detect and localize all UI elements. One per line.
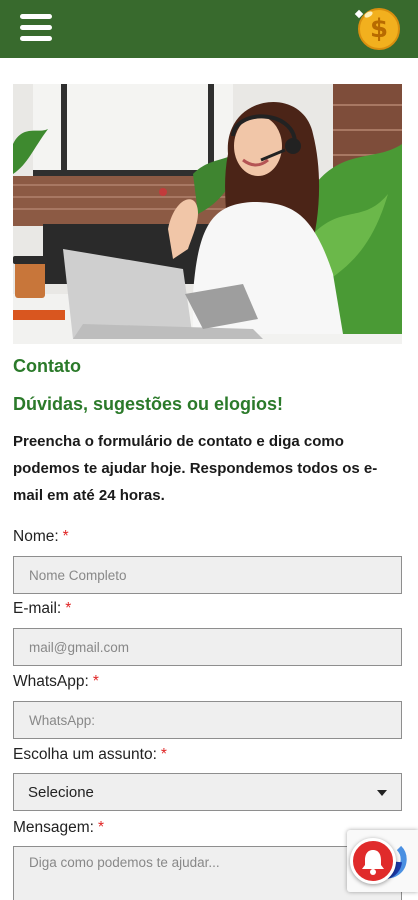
required-mark: * — [92, 673, 99, 690]
chevron-down-icon — [377, 790, 387, 796]
required-mark: * — [65, 600, 72, 617]
hero-image — [13, 84, 402, 344]
whatsapp-field[interactable] — [13, 701, 402, 739]
email-label: E-mail: * — [13, 600, 71, 618]
bell-icon — [362, 850, 384, 875]
whatsapp-label: WhatsApp: * — [13, 673, 99, 691]
whatsapp-label-text: WhatsApp: — [13, 673, 89, 690]
required-mark: * — [62, 528, 69, 545]
subject-selected-value: Selecione — [28, 784, 94, 801]
woman-with-headset-icon — [13, 84, 402, 344]
page-subtitle: Dúvidas, sugestões ou elogios! — [13, 394, 284, 414]
name-label: Nome: * — [13, 528, 69, 546]
name-label-text: Nome: — [13, 528, 59, 545]
message-field[interactable] — [13, 846, 402, 900]
message-label-text: Mensagem: — [13, 819, 94, 836]
required-mark: * — [160, 746, 167, 763]
coin-symbol: $ — [369, 14, 389, 44]
hamburger-menu-icon[interactable] — [20, 14, 52, 44]
dollar-coin-icon[interactable]: $ — [358, 8, 400, 50]
required-mark: * — [97, 819, 105, 836]
email-field[interactable] — [13, 628, 402, 666]
intro-text: Preencha o formulário de contato e diga … — [13, 433, 378, 504]
page-title: Contato — [13, 356, 81, 376]
subject-select[interactable]: Selecione — [13, 773, 402, 811]
top-bar: $ — [0, 0, 418, 58]
subject-label-text: Escolha um assunto: — [13, 746, 157, 763]
notification-bell-button[interactable] — [350, 838, 396, 884]
name-field[interactable] — [13, 556, 402, 594]
subject-label: Escolha um assunto: * — [13, 746, 167, 764]
message-label: Mensagem: * — [13, 819, 104, 837]
email-label-text: E-mail: — [13, 600, 62, 617]
